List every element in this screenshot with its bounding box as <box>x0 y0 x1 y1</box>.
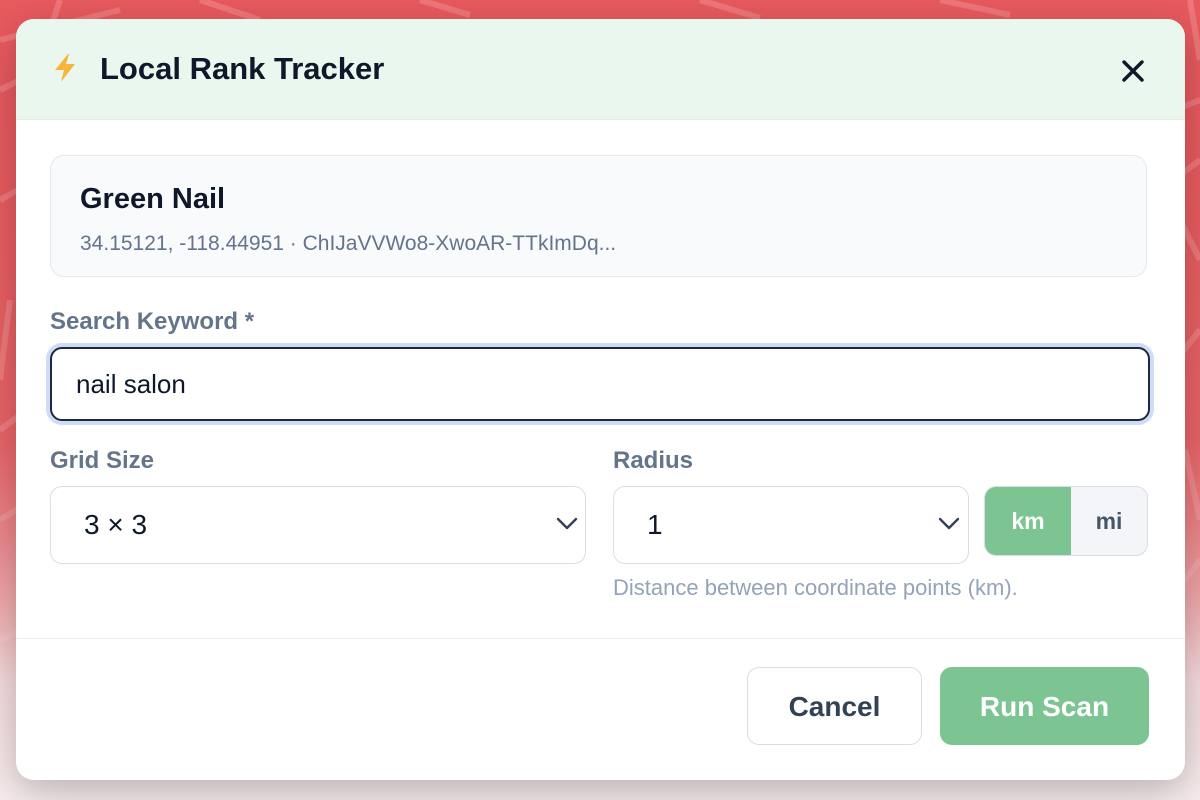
chevron-down-icon <box>938 517 960 530</box>
grid-size-value: 3 × 3 <box>84 509 148 540</box>
chevron-down-icon <box>556 517 578 530</box>
grid-size-select[interactable]: 3 × 3 <box>50 486 586 564</box>
radius-label: Radius <box>613 447 694 474</box>
search-keyword-input[interactable] <box>50 347 1150 421</box>
local-rank-tracker-modal: Local Rank Tracker Green Nail 34.15121, … <box>16 19 1185 780</box>
unit-km-button[interactable]: km <box>985 487 1071 555</box>
business-name: Green Nail <box>80 183 226 215</box>
radius-help-text: Distance between coordinate points (km). <box>613 575 1018 600</box>
close-icon[interactable] <box>1118 56 1148 86</box>
run-scan-button[interactable]: Run Scan <box>940 667 1149 745</box>
unit-mi-button[interactable]: mi <box>1071 487 1147 555</box>
radius-value: 1 <box>647 509 663 540</box>
radius-unit-toggle: km mi <box>984 486 1148 556</box>
business-card: Green Nail 34.15121, -118.44951 · ChIJaV… <box>50 155 1147 277</box>
footer-divider <box>16 638 1185 639</box>
modal-header: Local Rank Tracker <box>16 19 1185 120</box>
radius-select[interactable]: 1 <box>613 486 969 564</box>
grid-size-label: Grid Size <box>50 447 155 474</box>
modal-title: Local Rank Tracker <box>100 51 385 86</box>
business-coordinates-place-id: 34.15121, -118.44951 · ChIJaVVWo8-XwoAR-… <box>80 232 617 255</box>
lightning-bolt-icon <box>55 54 75 82</box>
cancel-button[interactable]: Cancel <box>747 667 922 745</box>
search-keyword-label: Search Keyword * <box>50 308 255 335</box>
